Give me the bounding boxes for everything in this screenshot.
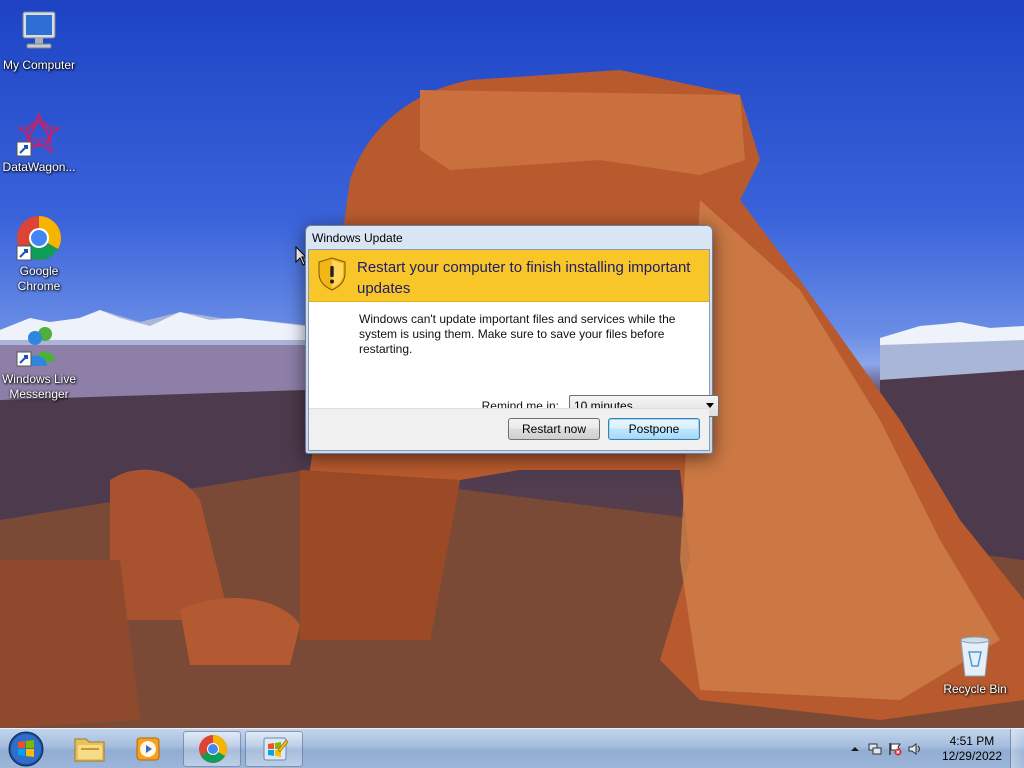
windows-update-icon: [263, 737, 289, 761]
desktop-icon-label: Recycle Bin: [943, 682, 1007, 696]
dialog-message: Windows can't update important files and…: [359, 312, 676, 356]
taskbar-explorer-button[interactable]: [60, 731, 118, 767]
postpone-button[interactable]: Postpone: [608, 418, 700, 440]
desktop-icon-label: DataWagon...: [2, 160, 76, 174]
warning-shield-icon: [318, 257, 346, 291]
desktop-icon-windows-live-messenger[interactable]: Windows Live Messenger: [0, 322, 78, 402]
dialog-footer: Restart now Postpone: [309, 408, 709, 450]
folder-icon: [74, 738, 105, 762]
desktop-icon-label: Windows Live Messenger: [1, 372, 77, 401]
show-desktop-button[interactable]: [1010, 729, 1024, 768]
action-center-flag-icon[interactable]: [888, 742, 902, 756]
dialog-banner: Restart your computer to finish installi…: [309, 250, 709, 302]
show-hidden-icons-arrow[interactable]: [848, 742, 862, 756]
desktop-icon-my-computer[interactable]: My Computer: [0, 8, 78, 73]
clock-date: 12/29/2022: [941, 749, 1002, 763]
desktop-icon-label: Google Chrome: [17, 264, 61, 293]
taskbar-media-player-button[interactable]: [120, 731, 178, 767]
media-player-icon: [136, 737, 160, 761]
taskbar-windows-update-button[interactable]: [245, 731, 303, 767]
recycle-bin-icon: [951, 632, 999, 680]
windows-orb-icon: [8, 731, 44, 767]
datawagon-icon: [15, 110, 63, 158]
restart-now-button[interactable]: Restart now: [508, 418, 600, 440]
taskbar-chrome-button[interactable]: [183, 731, 241, 767]
desktop-icon-datawagon[interactable]: DataWagon...: [0, 110, 78, 175]
desktop-icon-google-chrome[interactable]: Google Chrome: [0, 214, 78, 294]
desktop-icon-recycle-bin[interactable]: Recycle Bin: [936, 632, 1014, 697]
desktop-icon-label: My Computer: [2, 58, 76, 72]
clock-time: 4:51 PM: [949, 734, 995, 748]
chrome-icon: [199, 735, 227, 763]
computer-icon: [15, 8, 63, 56]
taskbar-clock[interactable]: 4:51 PM 12/29/2022: [942, 734, 1002, 764]
volume-icon[interactable]: [908, 742, 922, 756]
dialog-heading: Restart your computer to finish installi…: [357, 259, 691, 297]
taskbar: 4:51 PM 12/29/2022: [0, 728, 1024, 768]
network-icon[interactable]: [868, 742, 882, 756]
messenger-icon: [15, 322, 63, 370]
windows-update-dialog: Windows Update Restart your computer to …: [305, 225, 719, 454]
chrome-icon: [15, 214, 63, 262]
start-button[interactable]: [4, 730, 48, 768]
dialog-title[interactable]: Windows Update: [306, 226, 712, 249]
dialog-content: Restart your computer to finish installi…: [308, 249, 719, 451]
system-tray: 4:51 PM 12/29/2022: [834, 729, 1024, 768]
